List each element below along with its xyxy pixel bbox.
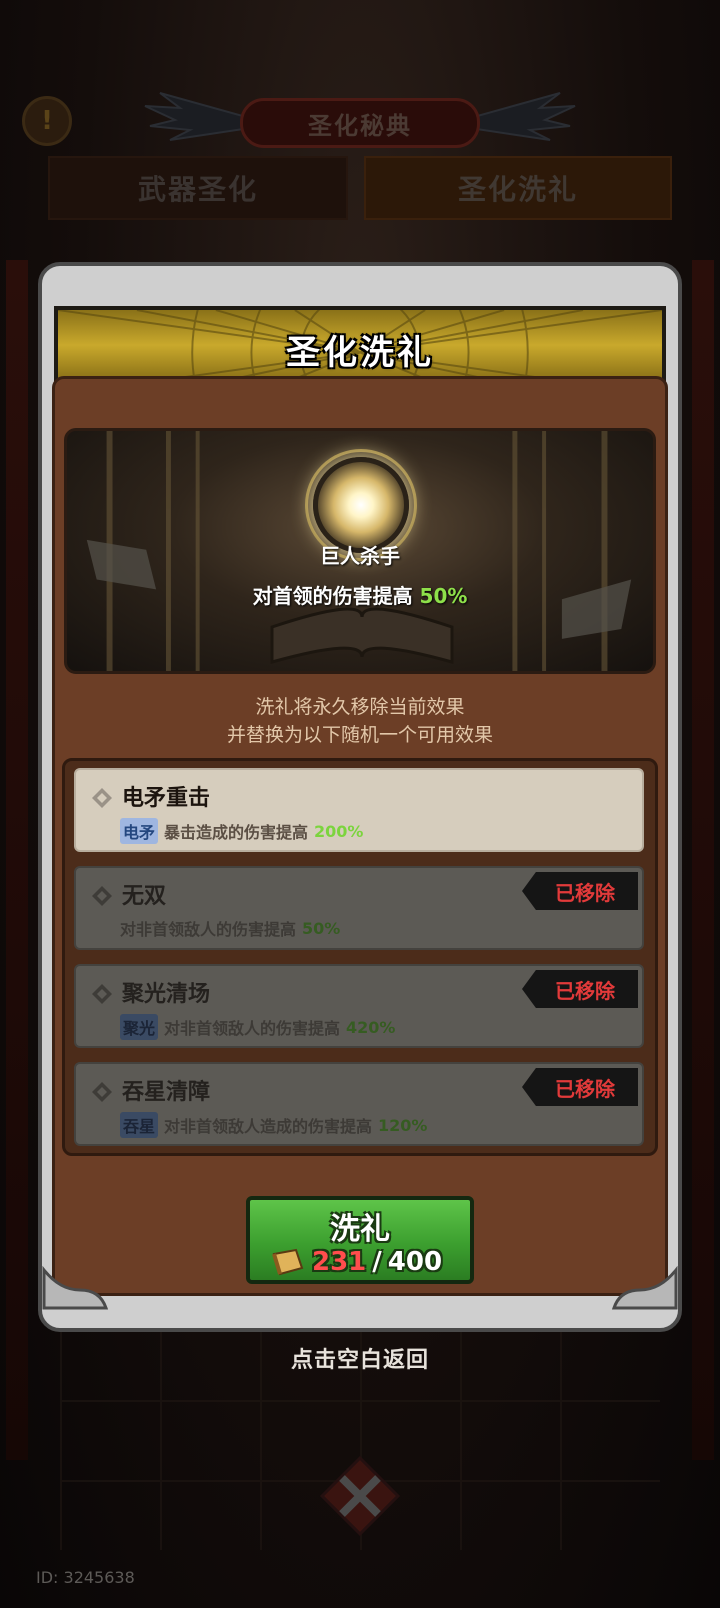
- effect-tag: 聚光: [120, 1014, 159, 1040]
- dialog-title: 圣化洗礼: [286, 332, 434, 373]
- effect-desc-text: 对非首领敌人的伤害提高: [164, 1019, 341, 1038]
- tab-weapon-sanctify[interactable]: 武器圣化: [48, 156, 348, 220]
- effect-value: 120%: [378, 1115, 428, 1135]
- skill-orb-icon: [313, 457, 409, 553]
- effect-item-removed[interactable]: 无双 对非首领敌人的伤害提高 50% 已移除: [74, 866, 644, 950]
- baptize-cost: 231 / 400: [270, 1244, 460, 1280]
- header-title: 圣化秘典: [308, 111, 412, 140]
- left-wing-icon: [144, 92, 250, 141]
- corner-ornament-right: [611, 1265, 678, 1310]
- tab-sanctify-baptism[interactable]: 圣化洗礼: [364, 156, 672, 220]
- effect-name: 聚光清场: [122, 982, 211, 1007]
- right-wing-icon: [470, 92, 576, 141]
- right-frame-decoration: [692, 260, 714, 1460]
- info-line-1: 洗礼将永久移除当前效果: [255, 696, 465, 718]
- scroll-icon: [272, 1248, 304, 1276]
- diamond-icon: [92, 1082, 112, 1102]
- effect-value: 420%: [346, 1017, 396, 1037]
- effect-name: 无双: [122, 884, 167, 909]
- removed-badge: 已移除: [522, 970, 638, 1008]
- left-frame-decoration: [6, 260, 28, 1460]
- effect-name: 吞星清障: [122, 1080, 211, 1105]
- close-icon[interactable]: [318, 1454, 402, 1538]
- effect-tag: 电矛: [120, 818, 159, 844]
- header-title-plate: 圣化秘典: [240, 98, 480, 148]
- removed-badge: 已移除: [522, 1068, 638, 1106]
- current-effect-value: 50%: [419, 584, 468, 608]
- tab-label: 武器圣化: [137, 173, 258, 206]
- user-id: ID: 3245638: [36, 1568, 135, 1587]
- removed-badge: 已移除: [522, 872, 638, 910]
- effect-value: 50%: [302, 918, 341, 938]
- current-effect-name: 巨人杀手: [320, 544, 400, 568]
- effect-desc-text: 对非首领敌人造成的伤害提高: [164, 1117, 373, 1136]
- effect-item-active[interactable]: 电矛重击 电矛 暴击造成的伤害提高 200%: [74, 768, 644, 852]
- effect-value: 200%: [314, 821, 364, 841]
- effect-name: 电矛重击: [122, 786, 211, 811]
- effect-tag: 吞星: [120, 1112, 159, 1138]
- info-button[interactable]: !: [22, 96, 72, 146]
- exclamation-icon: !: [41, 106, 53, 136]
- effect-desc-text: 对非首领敌人的伤害提高: [120, 920, 297, 939]
- effect-desc-text: 暴击造成的伤害提高: [164, 823, 309, 842]
- effect-item-removed[interactable]: 吞星清障 吞星 对非首领敌人造成的伤害提高 120% 已移除: [74, 1062, 644, 1146]
- tab-label: 圣化洗礼: [457, 173, 578, 206]
- effect-desc: 电矛 暴击造成的伤害提高 200%: [120, 818, 363, 844]
- effect-item-removed[interactable]: 聚光清场 聚光 对非首领敌人的伤害提高 420% 已移除: [74, 964, 644, 1048]
- cost-required: 400: [387, 1247, 443, 1277]
- current-effect-text: 对首领的伤害提高: [252, 584, 413, 608]
- effect-desc: 聚光 对非首领敌人的伤害提高 420%: [120, 1014, 395, 1040]
- current-effect-desc: 对首领的伤害提高 50%: [0, 580, 720, 609]
- cost-current: 231: [312, 1247, 367, 1277]
- diamond-icon: [92, 886, 112, 906]
- diamond-icon: [92, 788, 112, 808]
- diamond-icon: [92, 984, 112, 1004]
- effect-desc: 吞星 对非首领敌人造成的伤害提高 120%: [120, 1112, 427, 1138]
- tap-blank-to-return-hint: 点击空白返回: [290, 1348, 429, 1373]
- effect-desc: 对非首领敌人的伤害提高 50%: [120, 916, 340, 940]
- baptize-button[interactable]: 洗礼 231 / 400: [246, 1196, 474, 1284]
- info-line-2: 并替换为以下随机一个可用效果: [226, 724, 493, 746]
- corner-ornament-left: [42, 1265, 109, 1310]
- cost-separator: /: [372, 1247, 382, 1277]
- baptize-button-label: 洗礼: [330, 1212, 390, 1247]
